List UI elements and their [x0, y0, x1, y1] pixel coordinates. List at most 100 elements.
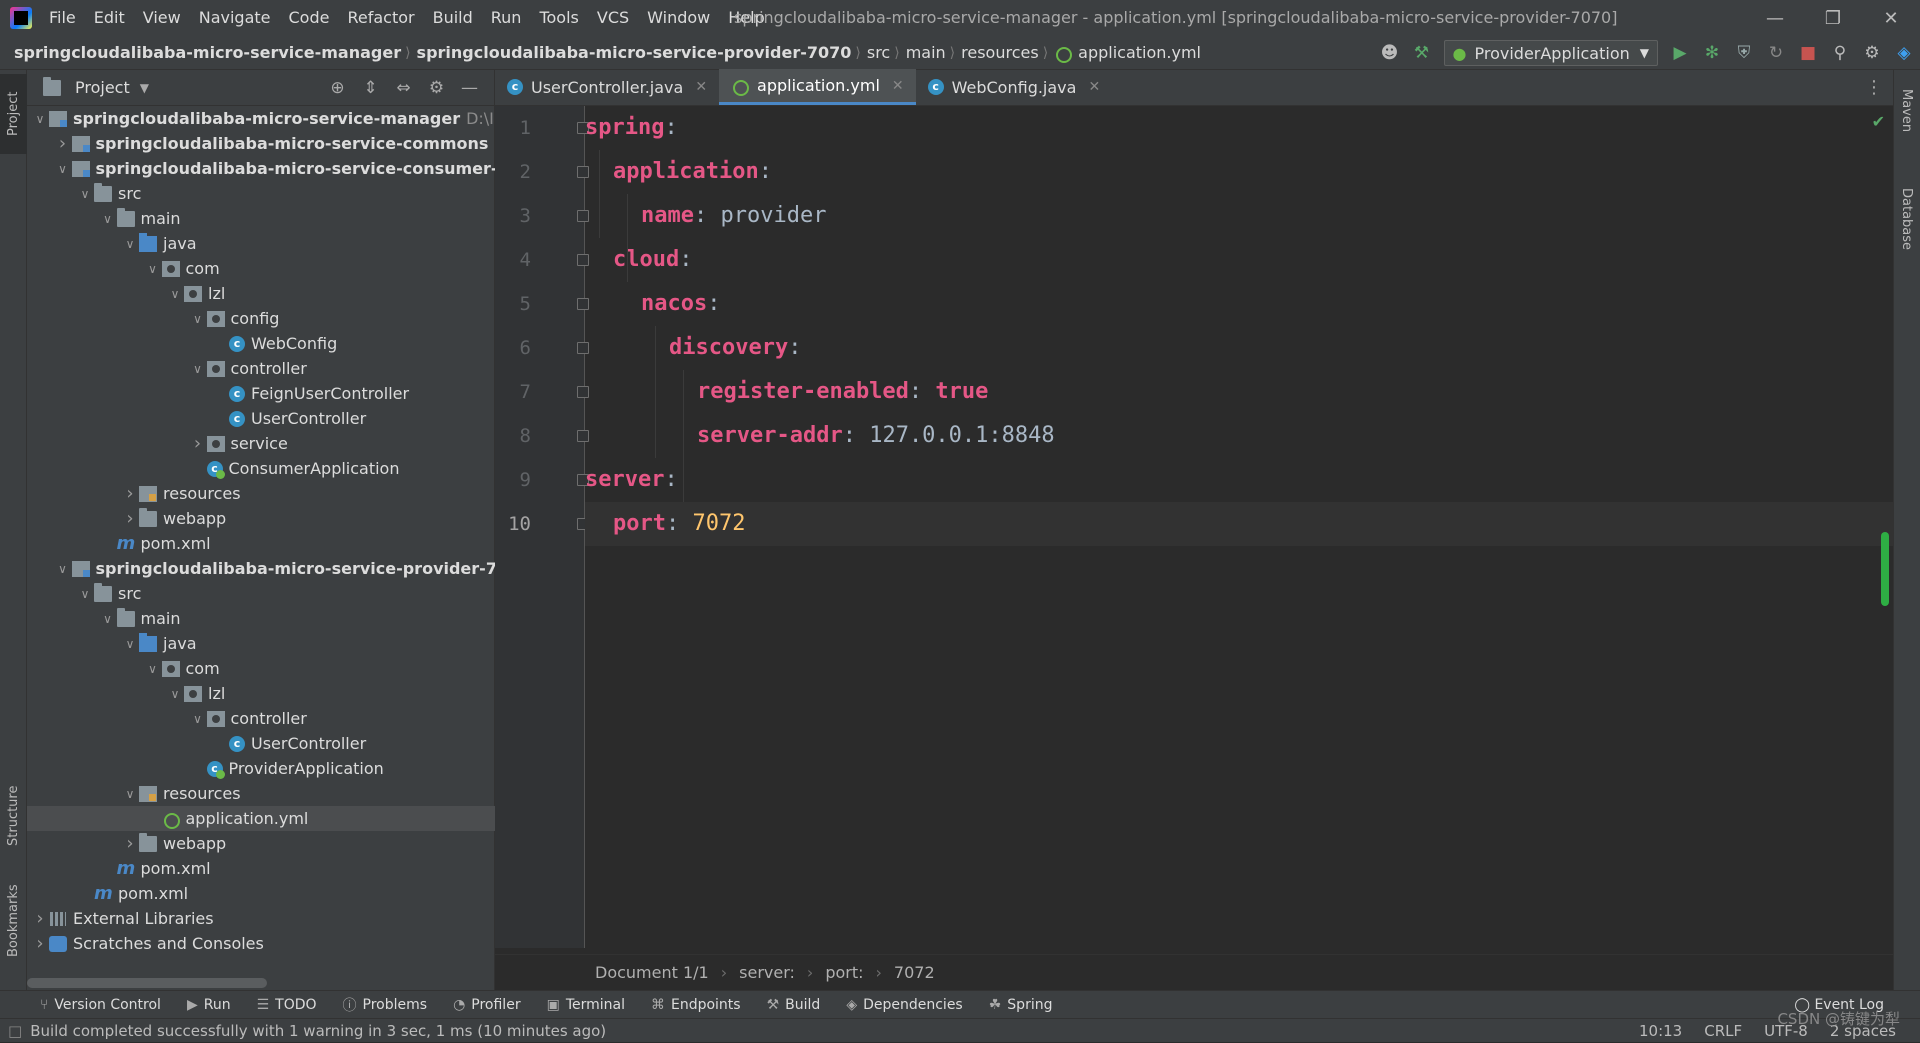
status-square-icon[interactable]: □ [8, 1022, 22, 1040]
tree-node[interactable]: ∨ springcloudalibaba-micro-service-manage… [27, 106, 552, 131]
tree-node[interactable]: ∨ config [27, 306, 495, 331]
tree-node[interactable]: ConsumerApplication [27, 456, 495, 481]
chevron-down-icon[interactable]: ∨ [99, 212, 117, 226]
tree-node[interactable]: › External Libraries [27, 906, 495, 931]
profiler-icon[interactable]: ↻ [1760, 36, 1792, 70]
menu-item-code[interactable]: Code [280, 0, 339, 36]
menu-item-window[interactable]: Window [638, 0, 719, 36]
tool-window-build[interactable]: ⚒ Build [767, 997, 821, 1013]
chevron-down-icon[interactable]: ∨ [99, 612, 117, 626]
code-line[interactable]: application: [585, 150, 1893, 194]
tool-window-problems[interactable]: ⓘ Problems [343, 995, 428, 1015]
code-line[interactable]: server-addr: 127.0.0.1:8848 [585, 414, 1893, 458]
minimize-icon[interactable]: — [1746, 0, 1804, 36]
tree-node[interactable]: ∨ src [27, 181, 495, 206]
breadcrumb-item[interactable]: springcloudalibaba-micro-service-provide… [411, 43, 856, 62]
tree-node[interactable]: ∨ com [27, 656, 495, 681]
chevron-down-icon[interactable]: ∨ [144, 662, 162, 676]
menu-item-tools[interactable]: Tools [530, 0, 587, 36]
tree-node[interactable]: ∨ resources [27, 781, 495, 806]
chevron-down-icon[interactable]: ▼ [140, 81, 149, 95]
menu-item-file[interactable]: File [40, 0, 85, 36]
collapse-all-icon[interactable]: ⇔ [387, 78, 420, 98]
close-tab-icon[interactable]: ✕ [892, 78, 904, 94]
expand-all-icon[interactable]: ⇕ [354, 78, 387, 98]
breadcrumb-item[interactable]: springcloudalibaba-micro-service-manager [8, 43, 405, 62]
chevron-down-icon[interactable]: ∨ [166, 287, 184, 301]
tab-application-yml[interactable]: application.yml ✕ [719, 69, 916, 105]
tree-node[interactable]: › resources [27, 481, 495, 506]
coverage-icon[interactable]: ⛨ [1728, 36, 1760, 70]
chevron-down-icon[interactable]: ∨ [189, 362, 207, 376]
menu-item-refactor[interactable]: Refactor [338, 0, 423, 36]
build-hammer-icon[interactable]: ⚒ [1406, 36, 1438, 70]
tree-node[interactable]: › service [27, 431, 495, 456]
chevron-down-icon[interactable]: ∨ [189, 312, 207, 326]
chevron-down-icon[interactable]: ∨ [54, 162, 72, 176]
restore-icon[interactable]: ❐ [1804, 0, 1862, 36]
project-panel-title[interactable]: Project [75, 78, 130, 97]
tree-node[interactable]: UserController [27, 406, 495, 431]
tree-node[interactable]: › webapp [27, 831, 495, 856]
stop-icon[interactable]: ■ [1792, 36, 1824, 70]
chevron-down-icon[interactable]: ∨ [31, 112, 49, 126]
tree-node[interactable]: ∨ java [27, 231, 495, 256]
horizontal-scrollbar[interactable] [27, 978, 267, 988]
chevron-right-icon[interactable]: › [31, 908, 49, 929]
maven-tool-tab[interactable]: Maven [1893, 76, 1920, 146]
tree-node[interactable]: ∨ main [27, 206, 495, 231]
tree-node[interactable]: › webapp [27, 506, 495, 531]
code-line[interactable]: cloud: [585, 238, 1893, 282]
breadcrumb-item[interactable]: src [861, 43, 894, 62]
run-icon[interactable]: ▶ [1664, 36, 1696, 70]
tab-webconfig-java[interactable]: WebConfig.java ✕ [916, 69, 1113, 105]
menu-item-view[interactable]: View [134, 0, 190, 36]
caret-position[interactable]: 10:13 [1639, 1019, 1682, 1043]
chevron-right-icon[interactable]: › [31, 933, 49, 954]
chevron-down-icon[interactable]: ∨ [121, 787, 139, 801]
tree-node[interactable]: ∨ src [27, 581, 495, 606]
chevron-down-icon[interactable]: ∨ [189, 712, 207, 726]
editor-breadcrumb-item[interactable]: server: [739, 963, 795, 982]
code-line[interactable]: discovery: [585, 326, 1893, 370]
close-tab-icon[interactable]: ✕ [695, 79, 707, 95]
tree-node[interactable]: application.yml [27, 806, 495, 831]
tool-window-run[interactable]: ▶ Run [187, 997, 231, 1013]
tool-window-todo[interactable]: ☰ TODO [257, 997, 317, 1013]
tab-usercontroller-java[interactable]: UserController.java ✕ [495, 69, 719, 105]
tool-window-dependencies[interactable]: ◈ Dependencies [846, 997, 962, 1013]
tree-node[interactable]: ∨ main [27, 606, 495, 631]
chevron-down-icon[interactable]: ∨ [166, 687, 184, 701]
code-line[interactable]: server: [585, 458, 1893, 502]
settings-gear-icon[interactable]: ⚙ [1856, 36, 1888, 70]
tree-node[interactable]: ∨ lzl [27, 281, 495, 306]
tool-window-terminal[interactable]: ▣ Terminal [547, 997, 625, 1013]
tree-node[interactable]: ∨ springcloudalibaba-micro-service-consum… [27, 156, 542, 181]
bookmarks-tool-tab[interactable]: Bookmarks [0, 876, 27, 966]
structure-tool-tab[interactable]: Structure [0, 776, 27, 856]
debug-icon[interactable]: ✻ [1696, 36, 1728, 70]
tree-node[interactable]: pom.xml [27, 881, 495, 906]
editor-breadcrumb-item[interactable]: 7072 [894, 963, 935, 982]
editor-breadcrumb-item[interactable]: Document 1/1 [595, 963, 709, 982]
more-options-icon[interactable]: ⋮ [1865, 70, 1883, 106]
breadcrumb-item[interactable]: application.yml [1072, 43, 1205, 62]
search-icon[interactable]: ⚲ [1824, 36, 1856, 70]
jetbrains-toolbox-icon[interactable]: ◈ [1888, 36, 1920, 70]
menu-item-run[interactable]: Run [482, 0, 531, 36]
chevron-right-icon[interactable]: › [54, 133, 72, 154]
tree-node[interactable]: WebConfig [27, 331, 495, 356]
chevron-down-icon[interactable]: ∨ [144, 262, 162, 276]
tool-window-endpoints[interactable]: ⌘ Endpoints [651, 997, 741, 1013]
panel-gear-icon[interactable]: ⚙ [420, 78, 453, 98]
hide-panel-icon[interactable]: — [453, 78, 486, 98]
chevron-down-icon[interactable]: ∨ [76, 587, 94, 601]
tree-node[interactable]: ∨ controller [27, 356, 495, 381]
tree-node[interactable]: pom.xml [27, 531, 495, 556]
inspection-ok-icon[interactable]: ✔ [1872, 112, 1885, 131]
vertical-scrollbar[interactable] [1881, 532, 1889, 606]
tree-node[interactable]: ∨ springcloudalibaba-micro-service-provid… [27, 556, 530, 581]
chevron-right-icon[interactable]: › [121, 833, 139, 854]
tool-window-profiler[interactable]: ◔ Profiler [453, 997, 521, 1013]
tool-window-version-control[interactable]: ⑂ Version Control [40, 997, 161, 1013]
